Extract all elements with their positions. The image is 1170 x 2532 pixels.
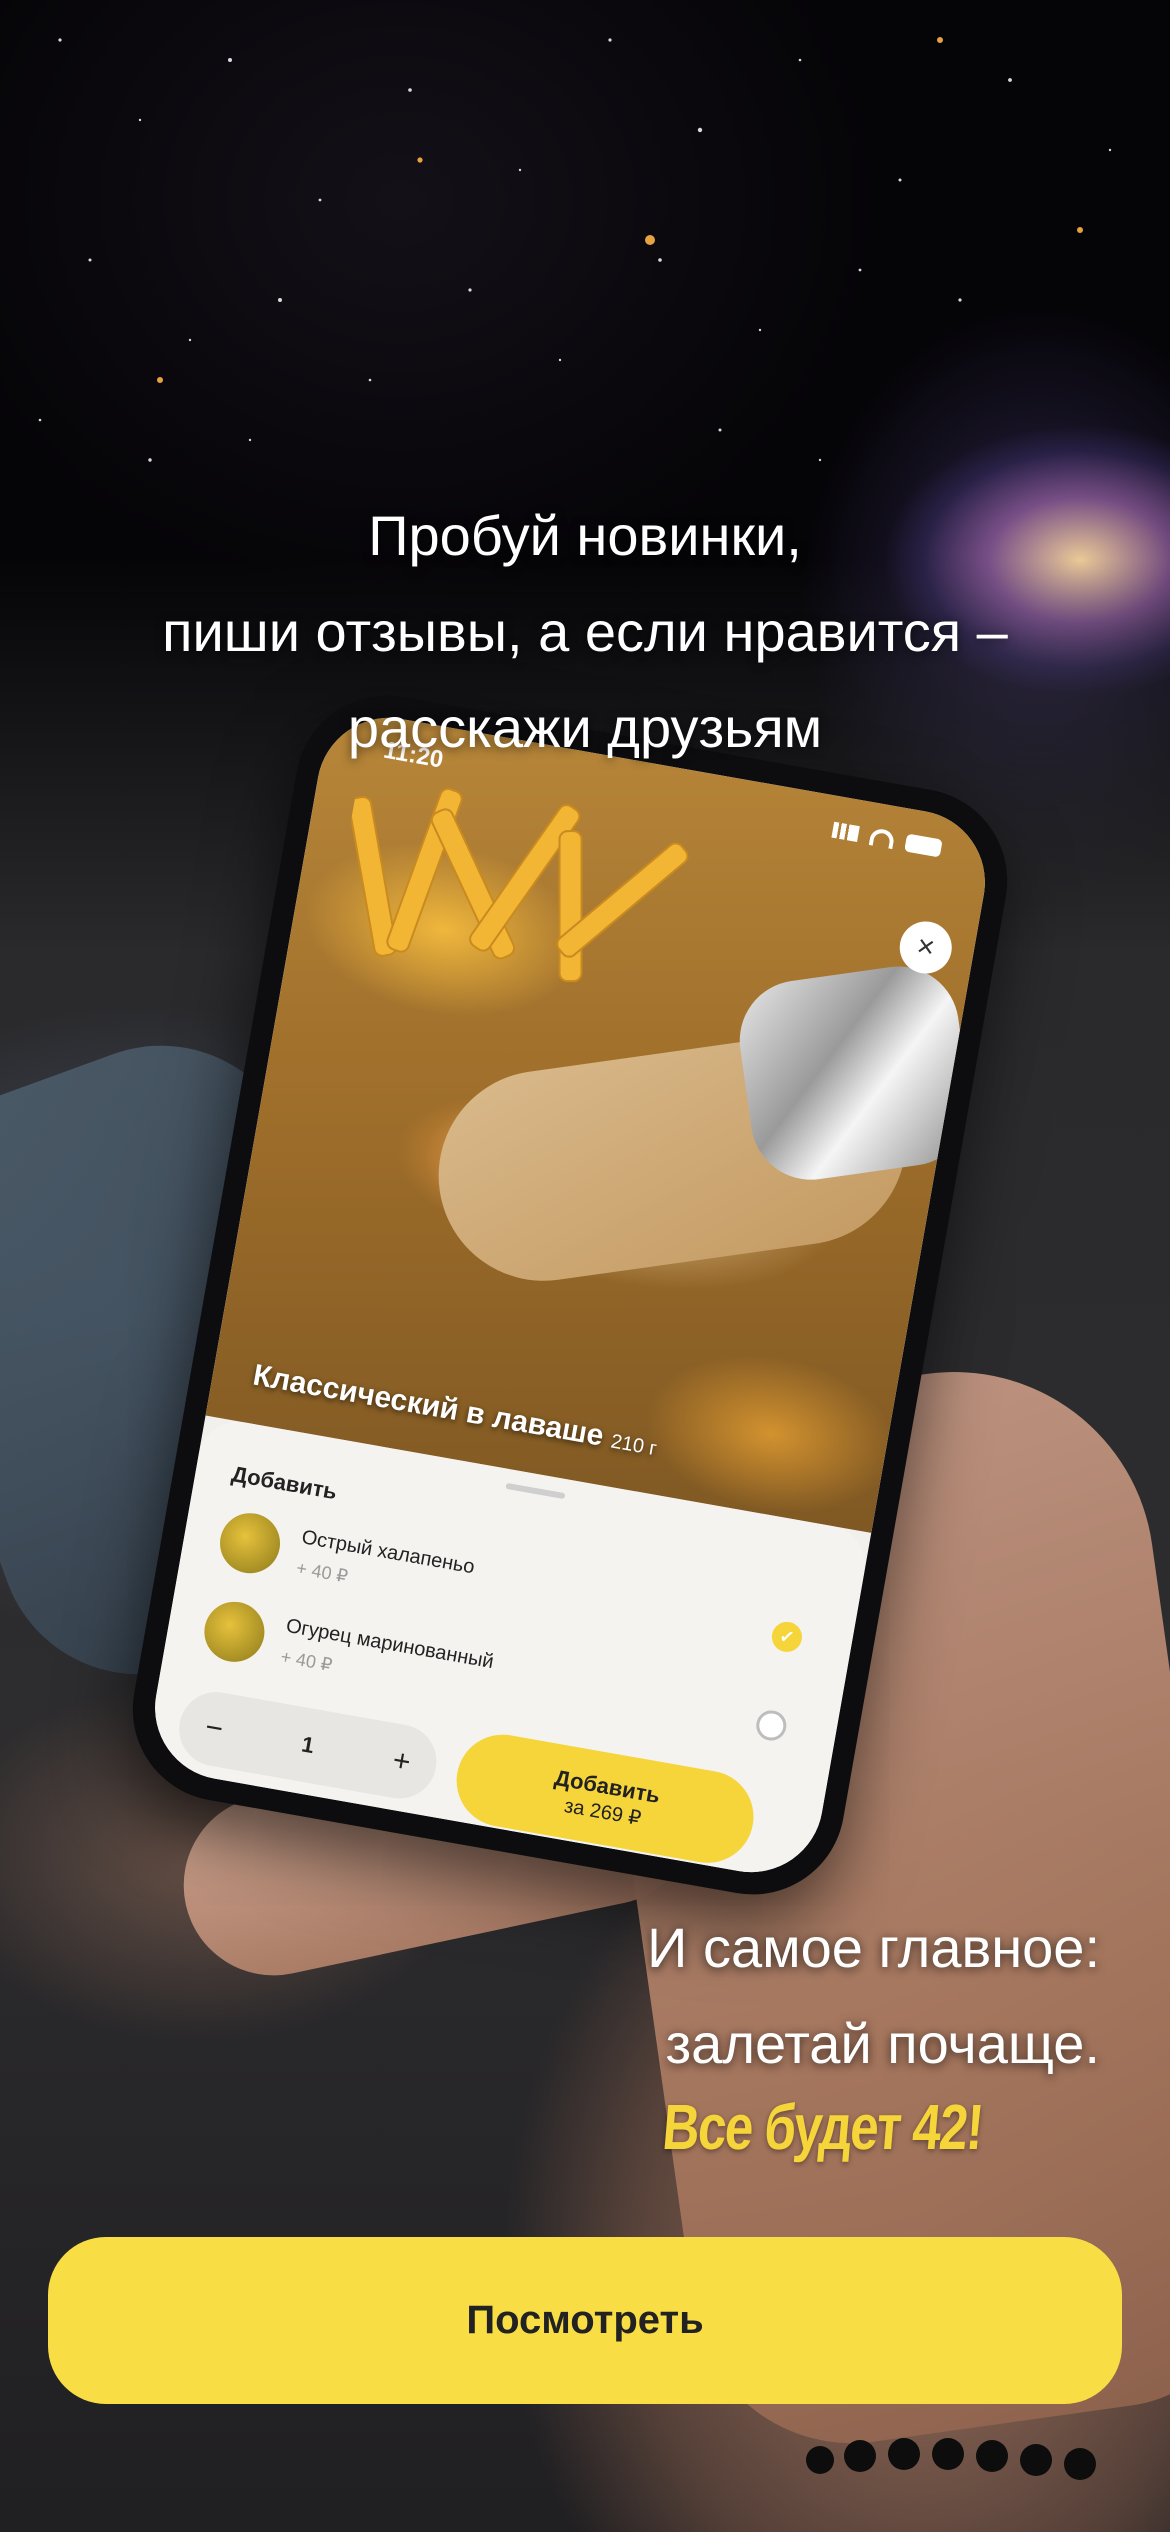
closing-text: И самое главное: залетай почаще.: [647, 1900, 1100, 2092]
sheet-handle[interactable]: [505, 1482, 566, 1500]
close-icon: ×: [914, 929, 938, 965]
product-weight: 210 г: [609, 1430, 659, 1461]
wifi-icon: [868, 827, 896, 850]
plus-button[interactable]: +: [390, 1744, 413, 1781]
jalapeno-image: [215, 1508, 285, 1578]
headline-line: пиши отзывы, а если нравится –: [162, 600, 1008, 663]
bracelet: [806, 2438, 1096, 2480]
sheet-title: Добавить: [229, 1461, 339, 1505]
quantity-value: 1: [299, 1731, 317, 1759]
battery-icon: [904, 833, 943, 858]
headline-line: расскажи друзьям: [347, 696, 823, 759]
status-icons: [831, 821, 943, 858]
view-button[interactable]: Посмотреть: [48, 2237, 1122, 2404]
signal-icon: [831, 821, 860, 842]
addon-checkbox-unchecked[interactable]: [753, 1708, 789, 1743]
minus-button[interactable]: −: [202, 1711, 226, 1748]
pickles-image: [199, 1597, 270, 1667]
promo-headline: Пробуй новинки, пиши отзывы, а если нрав…: [0, 488, 1170, 776]
addon-checkbox-checked[interactable]: ✓: [769, 1619, 805, 1655]
addon-price: + 40 ₽: [279, 1646, 334, 1676]
foil-wrap-image: [732, 958, 978, 1188]
closing-line: залетай почаще.: [665, 2012, 1101, 2075]
slogan: Все будет 42!: [659, 2091, 986, 2163]
addon-price: + 40 ₽: [294, 1557, 350, 1587]
closing-line: И самое главное:: [647, 1916, 1100, 1979]
headline-line: Пробуй новинки,: [368, 504, 802, 567]
checkmark-icon: ✓: [777, 1625, 797, 1648]
